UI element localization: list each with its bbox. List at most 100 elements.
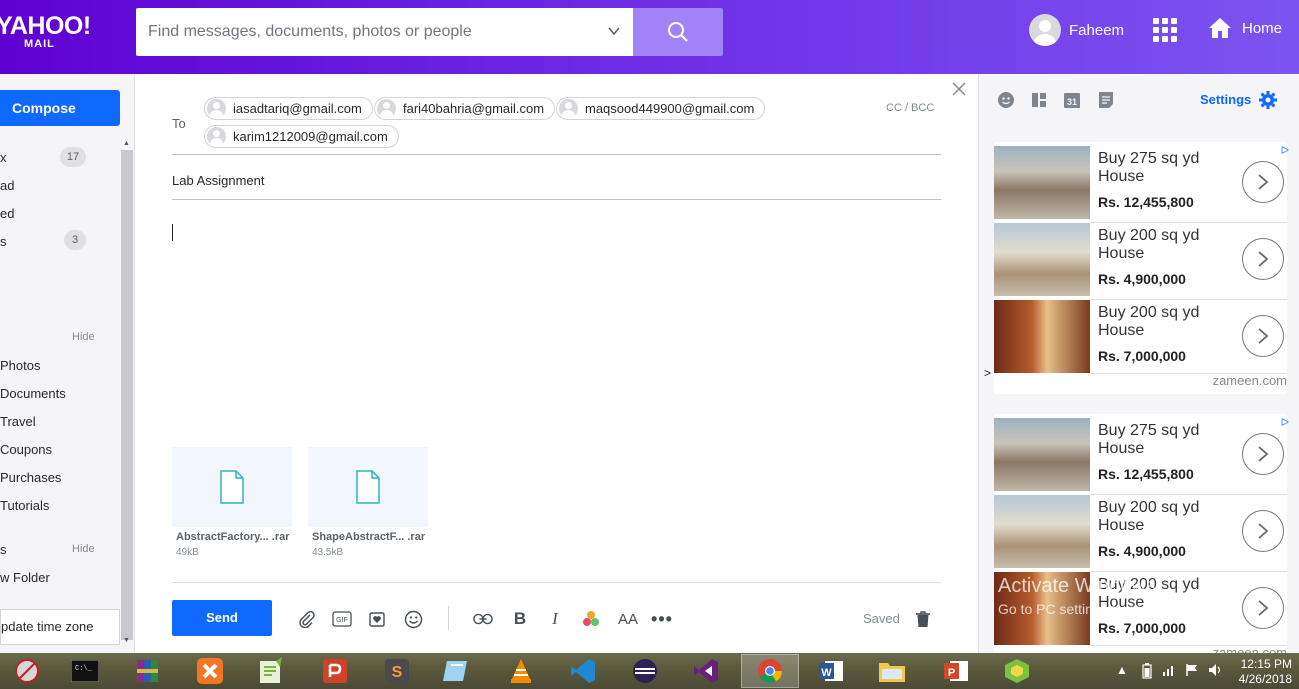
attachment-card[interactable]: ShapeAbstractF... .rar 43.5kB (308, 447, 428, 558)
pdf-reader-icon[interactable] (320, 657, 350, 685)
close-icon[interactable] (952, 82, 966, 96)
ad-house-image (994, 223, 1090, 296)
xampp-icon[interactable] (195, 657, 225, 685)
view-documents[interactable]: Documents (0, 386, 66, 401)
bold-icon[interactable]: B (510, 609, 530, 629)
command-prompt-icon[interactable]: C:\_ (70, 657, 100, 685)
font-size-icon[interactable]: AA (616, 609, 640, 629)
compose-panel: To iasadtariq@gmail.com fari40bahria@gma… (136, 74, 978, 653)
volume-icon[interactable] (1208, 663, 1224, 680)
visual-studio-purple-icon[interactable] (691, 657, 721, 685)
vlc-icon[interactable] (506, 657, 536, 685)
recipient-chip[interactable]: karim1212009@gmail.com (204, 125, 399, 148)
bluestacks-icon[interactable] (1002, 657, 1032, 685)
battery-icon[interactable] (1142, 663, 1152, 682)
visual-studio-icon[interactable] (442, 657, 472, 685)
ad-item[interactable]: Buy 200 sq yd House Rs. 4,900,000 (994, 495, 1287, 568)
hide-folders-link[interactable]: Hide (72, 543, 95, 555)
winrar-icon[interactable] (133, 657, 163, 685)
ad-item[interactable]: Buy 275 sq yd House Rs. 12,455,800 (994, 146, 1287, 219)
scroll-down-arrow-icon[interactable]: ▼ (123, 637, 130, 644)
ad-item[interactable]: Buy 200 sq yd House Rs. 4,900,000 (994, 223, 1287, 296)
ad-source[interactable]: zameen.com (1213, 373, 1287, 388)
user-profile[interactable]: Faheem (1029, 14, 1124, 46)
ad-house-image (994, 146, 1090, 219)
ad-source[interactable]: zameen.com (1213, 645, 1287, 653)
ad-arrow-button[interactable] (1242, 587, 1284, 629)
chevron-down-icon[interactable] (607, 24, 621, 38)
recipient-chip[interactable]: fari40bahria@gmail.com (374, 97, 556, 120)
recipient-chip[interactable]: maqsood449900@gmail.com (556, 97, 766, 120)
gear-icon[interactable] (1258, 90, 1278, 110)
search-input[interactable] (136, 8, 576, 56)
compose-button[interactable]: Compose (0, 90, 120, 126)
user-name: Faheem (1069, 21, 1125, 39)
tray-expand-icon[interactable]: ▲ (1116, 663, 1128, 677)
attach-file-icon[interactable] (297, 609, 317, 629)
network-signal-icon[interactable] (1162, 663, 1176, 680)
yahoo-mail-logo[interactable]: YAHOO! MAIL (0, 12, 91, 51)
word-icon[interactable]: W (816, 657, 846, 685)
new-folder-link[interactable]: w Folder (0, 570, 50, 585)
gif-icon[interactable]: GIF (332, 609, 352, 629)
recipient-avatar (377, 99, 396, 118)
italic-icon[interactable]: I (545, 609, 565, 629)
view-purchases[interactable]: Purchases (0, 470, 61, 485)
more-options-icon[interactable]: ••• (651, 609, 672, 629)
vscode-icon[interactable] (568, 657, 598, 685)
folder-inbox[interactable]: x (0, 150, 7, 165)
action-center-flag-icon[interactable] (1185, 663, 1199, 680)
text-color-icon[interactable] (581, 609, 601, 629)
eclipse-icon[interactable] (630, 657, 660, 685)
recipient-chip[interactable]: iasadtariq@gmail.com (204, 97, 373, 120)
system-clock[interactable]: 12:15 PM 4/26/2018 (1232, 657, 1292, 687)
home-link[interactable]: Home (1208, 17, 1282, 39)
calendar-icon[interactable]: 31 (1063, 91, 1081, 109)
stationery-icon[interactable] (367, 609, 387, 629)
ad-arrow-button[interactable] (1242, 238, 1284, 280)
update-timezone-popup[interactable]: pdate time zone (0, 609, 120, 645)
contacts-icon[interactable] (997, 91, 1015, 109)
view-tutorials[interactable]: Tutorials (0, 498, 49, 513)
view-travel[interactable]: Travel (0, 414, 36, 429)
ad-arrow-button[interactable] (1242, 161, 1284, 203)
start-app-icon[interactable] (12, 657, 42, 685)
folder-unread[interactable]: ad (0, 178, 14, 193)
search-button[interactable] (633, 8, 723, 56)
trash-icon[interactable] (913, 609, 933, 629)
scroll-up-arrow-icon[interactable]: ▲ (123, 140, 130, 147)
view-photos[interactable]: Photos (0, 358, 40, 373)
draft-status: Saved (863, 611, 900, 626)
ad-arrow-button[interactable] (1242, 510, 1284, 552)
chrome-icon[interactable] (755, 657, 785, 685)
recipient-email: maqsood449900@gmail.com (585, 101, 755, 116)
file-explorer-icon[interactable] (877, 657, 907, 685)
recipient-email: iasadtariq@gmail.com (233, 101, 362, 116)
powerpoint-icon[interactable]: P (941, 657, 971, 685)
subject-field[interactable]: Lab Assignment (172, 173, 265, 188)
ad-arrow-button[interactable] (1242, 433, 1284, 475)
settings-link[interactable]: Settings (1200, 92, 1251, 107)
sidebar-scrollbar[interactable] (121, 150, 133, 640)
folder-starred[interactable]: ed (0, 206, 14, 221)
notepad-plus-icon[interactable] (256, 657, 286, 685)
apps-grid-icon[interactable] (1153, 18, 1177, 42)
send-button[interactable]: Send (172, 600, 272, 636)
cc-bcc-link[interactable]: CC / BCC (886, 102, 934, 114)
view-coupons[interactable]: Coupons (0, 442, 52, 457)
ad-item[interactable]: Buy 275 sq yd House Rs. 12,455,800 (994, 418, 1287, 491)
newsfeed-icon[interactable] (1030, 91, 1048, 109)
folder-drafts[interactable]: s (0, 234, 7, 249)
home-icon (1209, 18, 1231, 38)
collapse-panel-chevron-icon[interactable]: > (984, 366, 991, 380)
ad-arrow-button[interactable] (1242, 315, 1284, 357)
hide-views-link[interactable]: Hide (72, 331, 95, 343)
ad-item[interactable]: Buy 200 sq yd House Rs. 7,000,000 (994, 300, 1287, 373)
emoji-icon[interactable] (403, 609, 423, 629)
folder-label: s (0, 234, 7, 249)
logo-text: YAHOO! (0, 12, 91, 40)
link-icon[interactable] (473, 609, 493, 629)
notepad-icon[interactable] (1097, 91, 1115, 109)
sublime-text-icon[interactable]: S (382, 657, 412, 685)
attachment-card[interactable]: AbstractFactory... .rar 49kB (172, 447, 292, 558)
